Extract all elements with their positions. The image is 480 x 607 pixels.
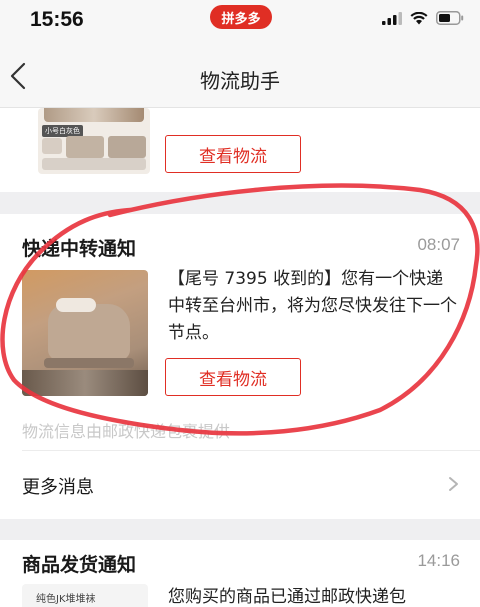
logistics-card: 小号白灰色 查看物流 (0, 108, 480, 192)
battery-icon (436, 11, 464, 25)
thumbnail-photo (108, 136, 146, 158)
product-thumbnail[interactable] (22, 270, 148, 396)
wifi-icon (410, 11, 428, 24)
product-thumbnail[interactable]: 小号白灰色 (38, 108, 150, 174)
nav-bar: 物流助手 (0, 44, 480, 108)
more-messages-row[interactable]: 更多消息 (0, 451, 480, 519)
view-logistics-button[interactable]: 查看物流 (165, 135, 301, 173)
thumbnail-photo (42, 138, 62, 154)
view-logistics-button[interactable]: 查看物流 (165, 358, 301, 396)
provider-note: 物流信息由邮政快递包裹提供 (22, 422, 231, 441)
thumbnail-photo (66, 136, 104, 158)
more-messages-label: 更多消息 (22, 477, 94, 498)
thumbnail-photo (42, 158, 146, 170)
chevron-right-icon (449, 477, 458, 491)
status-bar: 15:56 拼多多 (0, 0, 480, 44)
message-text: 【尾号 7395 收到的】您有一个快递中转至台州市，将为您尽快发往下一个节点。 (168, 269, 457, 343)
card-title: 商品发货通知 (22, 554, 137, 576)
logistics-card: 快递中转通知 08:07 【尾号 7395 收到的】您有一个快递中转至台州市，将… (0, 214, 480, 519)
thumbnail-photo (22, 370, 148, 396)
cellular-signal-icon (382, 11, 402, 25)
thumbnail-photo (56, 298, 96, 312)
thumbnail-photo (44, 358, 134, 368)
thumbnail-caption: 纯色JK堆堆袜 (36, 594, 96, 605)
card-time: 08:07 (417, 235, 460, 254)
message-text: 您购买的商品已通过邮政快递包 (168, 587, 406, 607)
card-title: 快递中转通知 (22, 238, 137, 260)
product-thumbnail[interactable]: 纯色JK堆堆袜 (22, 584, 148, 607)
status-time: 15:56 (30, 8, 84, 31)
card-time: 14:16 (417, 551, 460, 570)
thumbnail-photo (48, 304, 130, 360)
thumbnail-photo (44, 108, 144, 122)
shipment-card: 商品发货通知 14:16 纯色JK堆堆袜 您购买的商品已通过邮政快递包 (0, 540, 480, 607)
app-badge: 拼多多 (210, 5, 272, 29)
status-icons (382, 11, 464, 25)
page-title: 物流助手 (200, 69, 280, 93)
